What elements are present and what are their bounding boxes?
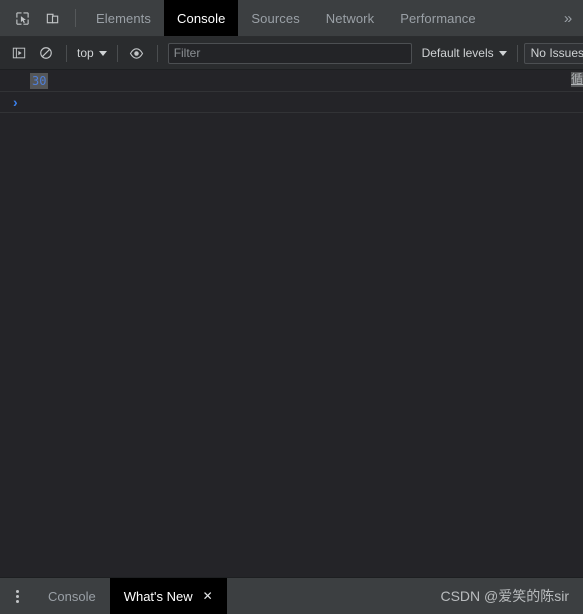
live-expression-icon[interactable] — [124, 41, 150, 65]
log-levels-selector[interactable]: Default levels — [418, 43, 511, 63]
inspect-element-icon[interactable] — [8, 5, 36, 31]
execution-context-selector[interactable]: top — [73, 43, 111, 63]
drawer-tab-whats-new[interactable]: What's New ✕ — [109, 578, 227, 614]
drawer-tab-whats-new-label: What's New — [123, 588, 193, 604]
tab-performance-label: Performance — [400, 10, 476, 26]
devtools-tabbar: Elements Console Sources Network Perform… — [0, 0, 583, 37]
close-icon[interactable]: ✕ — [203, 590, 213, 602]
tab-console[interactable]: Console — [164, 0, 239, 36]
console-message-row[interactable]: 30 循 — [0, 70, 583, 92]
dots-glyph — [15, 589, 19, 603]
issues-button[interactable]: No Issues — [523, 42, 583, 64]
tabbar-tools — [0, 0, 83, 36]
devtools-window: Elements Console Sources Network Perform… — [0, 0, 583, 614]
console-message-source-link[interactable]: 循 — [570, 72, 583, 87]
dot-1 — [15, 589, 19, 593]
console-prompt-chevron-icon: › — [13, 94, 18, 110]
tab-elements-label: Elements — [96, 10, 151, 26]
tab-sources[interactable]: Sources — [238, 0, 312, 36]
tab-network-label: Network — [325, 10, 375, 26]
tab-elements[interactable]: Elements — [83, 0, 164, 36]
log-levels-label: Default levels — [421, 46, 494, 60]
console-toolbar: top Default levels No Issues — [0, 37, 583, 70]
tab-console-label: Console — [177, 10, 226, 26]
device-toolbar-icon[interactable] — [38, 5, 66, 31]
clear-console-icon[interactable] — [33, 41, 59, 65]
panel-tabs: Elements Console Sources Network Perform… — [83, 0, 583, 36]
dot-2 — [15, 594, 19, 598]
console-result-value: 30 — [30, 72, 49, 89]
more-options-icon[interactable] — [0, 578, 34, 614]
tab-network[interactable]: Network — [313, 0, 387, 36]
tab-sources-label: Sources — [251, 10, 300, 26]
drawer-tabbar: Console What's New ✕ CSDN @爱笑的陈sir — [0, 577, 583, 614]
tab-overflow-label: » — [563, 9, 573, 27]
drawer-tab-console[interactable]: Console — [34, 578, 110, 614]
execution-context-label: top — [77, 46, 94, 60]
chevron-down-icon — [98, 50, 107, 56]
filter-input[interactable] — [173, 46, 406, 60]
csdn-watermark-text: CSDN @爱笑的陈sir — [440, 588, 569, 604]
console-message-list[interactable]: 30 循 › — [0, 70, 583, 577]
filter-input-wrapper[interactable] — [167, 42, 412, 64]
toolbar-divider-4 — [516, 44, 518, 62]
tab-performance[interactable]: Performance — [387, 0, 489, 36]
console-prompt-row[interactable]: › — [0, 92, 583, 113]
chevron-double-right-icon[interactable]: » — [553, 0, 583, 36]
toolbar-divider-1 — [66, 44, 67, 62]
tabbar-divider — [75, 9, 76, 27]
drawer-tab-console-label: Console — [48, 588, 96, 604]
chevron-down-icon — [498, 50, 507, 56]
toolbar-divider-3 — [156, 44, 158, 62]
toolbar-divider-2 — [116, 44, 118, 62]
csdn-watermark: CSDN @爱笑的陈sir — [440, 578, 583, 614]
dot-3 — [15, 599, 19, 603]
console-sidebar-icon[interactable] — [6, 41, 32, 65]
issues-label: No Issues — [530, 46, 583, 60]
